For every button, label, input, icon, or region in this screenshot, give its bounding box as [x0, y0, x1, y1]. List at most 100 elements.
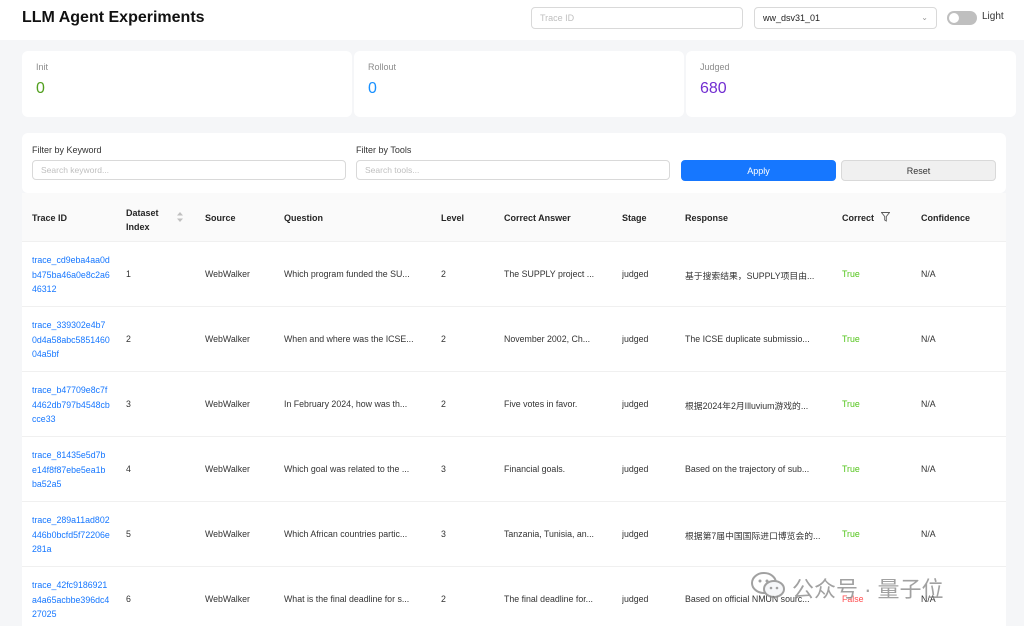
trace-id-link[interactable]: trace_339302e4b70d4a58abc585146004a5bf — [32, 318, 110, 362]
chevron-down-icon: ⌄ — [921, 13, 928, 22]
stat-card-rollout: Rollout 0 — [354, 51, 684, 117]
question-cell: Which African countries partic... — [284, 529, 408, 539]
tools-search-input[interactable] — [356, 160, 670, 180]
correct-cell: True — [842, 464, 860, 474]
column-header-correct[interactable]: Correct — [842, 213, 874, 223]
question-cell: When and where was the ICSE... — [284, 334, 414, 344]
correct-cell: True — [842, 399, 860, 409]
table-row[interactable]: trace_339302e4b70d4a58abc585146004a5bf 2 W… — [22, 307, 1006, 372]
table-row[interactable]: trace_289a11ad802446b0bcfd5f72206e281a 5 W… — [22, 502, 1006, 567]
tools-filter-label: Filter by Tools — [356, 145, 412, 155]
level-cell: 2 — [441, 399, 446, 409]
stat-card-init: Init 0 — [22, 51, 352, 117]
source-cell: WebWalker — [205, 269, 250, 279]
stat-label: Rollout — [368, 62, 397, 72]
source-cell: WebWalker — [205, 399, 250, 409]
question-cell: What is the final deadline for s... — [284, 594, 410, 604]
table-row[interactable]: trace_81435e5d7be14f8f87ebe5ea1bba52a5 4 W… — [22, 437, 1006, 502]
level-cell: 3 — [441, 529, 446, 539]
correct-answer-cell: Five votes in favor. — [504, 399, 578, 409]
stage-cell: judged — [622, 399, 649, 409]
stat-value: 680 — [700, 80, 727, 97]
reset-button[interactable]: Reset — [841, 160, 996, 181]
correct-answer-cell: The final deadline for... — [504, 594, 594, 604]
stat-label: Init — [36, 62, 49, 72]
source-cell: WebWalker — [205, 464, 250, 474]
dataset-index-cell: 4 — [126, 464, 131, 474]
column-header-question[interactable]: Question — [284, 213, 323, 223]
dataset-index-cell: 6 — [126, 594, 131, 604]
source-cell: WebWalker — [205, 334, 250, 344]
response-cell: 根据2024年2月Illuvium游戏的... — [685, 401, 809, 411]
dataset-index-cell: 2 — [126, 334, 131, 344]
dataset-select[interactable]: ww_dsv31_01 ⌄ — [754, 7, 937, 29]
response-cell: The ICSE duplicate submissio... — [685, 334, 810, 344]
dataset-select-value: ww_dsv31_01 — [763, 13, 821, 23]
keyword-filter-label: Filter by Keyword — [32, 145, 102, 155]
confidence-cell: N/A — [921, 334, 936, 344]
stage-cell: judged — [622, 269, 649, 279]
correct-cell: True — [842, 269, 860, 279]
question-cell: In February 2024, how was th... — [284, 399, 408, 409]
theme-label: Light — [982, 11, 1004, 22]
trace-id-input[interactable] — [531, 7, 743, 29]
stage-cell: judged — [622, 529, 649, 539]
dataset-index-cell: 5 — [126, 529, 131, 539]
correct-answer-cell: Tanzania, Tunisia, an... — [504, 529, 594, 539]
response-cell: 根据第7届中国国际进口博览会的... — [685, 531, 821, 541]
trace-id-link[interactable]: trace_289a11ad802446b0bcfd5f72206e281a — [32, 513, 110, 557]
correct-answer-cell: The SUPPLY project ... — [504, 269, 595, 279]
wechat-logo-icon — [751, 572, 785, 598]
column-header-stage[interactable]: Stage — [622, 213, 647, 223]
column-header-correct-answer[interactable]: Correct Answer — [504, 213, 571, 223]
confidence-cell: N/A — [921, 464, 936, 474]
column-header-confidence[interactable]: Confidence — [921, 213, 970, 223]
stat-value: 0 — [36, 80, 45, 97]
confidence-cell: N/A — [921, 269, 936, 279]
stat-value: 0 — [368, 80, 377, 97]
apply-button[interactable]: Apply — [681, 160, 836, 181]
table-header: Trace ID Dataset Index Source Question L… — [22, 193, 1006, 242]
keyword-search-input[interactable] — [32, 160, 346, 180]
dataset-index-cell: 3 — [126, 399, 131, 409]
correct-cell: True — [842, 529, 860, 539]
column-header-source[interactable]: Source — [205, 213, 236, 223]
column-header-level[interactable]: Level — [441, 213, 464, 223]
stage-cell: judged — [622, 334, 649, 344]
table-row[interactable]: trace_b47709e8c7f4462db797b4548cbcce33 3 W… — [22, 372, 1006, 437]
column-header-trace-id[interactable]: Trace ID — [32, 213, 67, 223]
correct-answer-cell: November 2002, Ch... — [504, 334, 591, 344]
source-cell: WebWalker — [205, 529, 250, 539]
trace-id-link[interactable]: trace_42fc9186921a4a65acbbe396dc427025 — [32, 578, 110, 622]
response-cell: 基于搜索结果，SUPPLY项目由... — [685, 271, 815, 281]
column-header-response[interactable]: Response — [685, 213, 728, 223]
app-header: LLM Agent Experiments ww_dsv31_01 ⌄ Ligh… — [0, 0, 1024, 40]
page-title: LLM Agent Experiments — [22, 9, 205, 26]
stage-cell: judged — [622, 594, 649, 604]
stat-card-judged: Judged 680 — [686, 51, 1016, 117]
theme-toggle[interactable] — [947, 11, 977, 25]
filter-icon[interactable] — [881, 212, 890, 222]
toggle-knob — [949, 13, 959, 23]
confidence-cell: N/A — [921, 399, 936, 409]
level-cell: 2 — [441, 594, 446, 604]
sort-icon[interactable] — [176, 211, 184, 223]
watermark-text: 公众号 · 量子位 — [792, 577, 944, 602]
column-header-dataset-index[interactable]: Dataset Index — [126, 206, 170, 234]
correct-answer-cell: Financial goals. — [504, 464, 566, 474]
table-row[interactable]: trace_cd9eba4aa0db475ba46a0e8c2a646312 1 W… — [22, 242, 1006, 307]
dataset-index-cell: 1 — [126, 269, 131, 279]
confidence-cell: N/A — [921, 529, 936, 539]
correct-cell: True — [842, 334, 860, 344]
trace-id-link[interactable]: trace_cd9eba4aa0db475ba46a0e8c2a646312 — [32, 253, 110, 297]
level-cell: 2 — [441, 269, 446, 279]
question-cell: Which goal was related to the ... — [284, 464, 410, 474]
trace-id-link[interactable]: trace_b47709e8c7f4462db797b4548cbcce33 — [32, 383, 110, 427]
experiments-table: Trace ID Dataset Index Source Question L… — [22, 193, 1006, 626]
trace-id-link[interactable]: trace_81435e5d7be14f8f87ebe5ea1bba52a5 — [32, 448, 110, 492]
level-cell: 2 — [441, 334, 446, 344]
source-cell: WebWalker — [205, 594, 250, 604]
filter-panel: Filter by Keyword Filter by Tools Apply … — [22, 133, 1006, 193]
question-cell: Which program funded the SU... — [284, 269, 410, 279]
stage-cell: judged — [622, 464, 649, 474]
